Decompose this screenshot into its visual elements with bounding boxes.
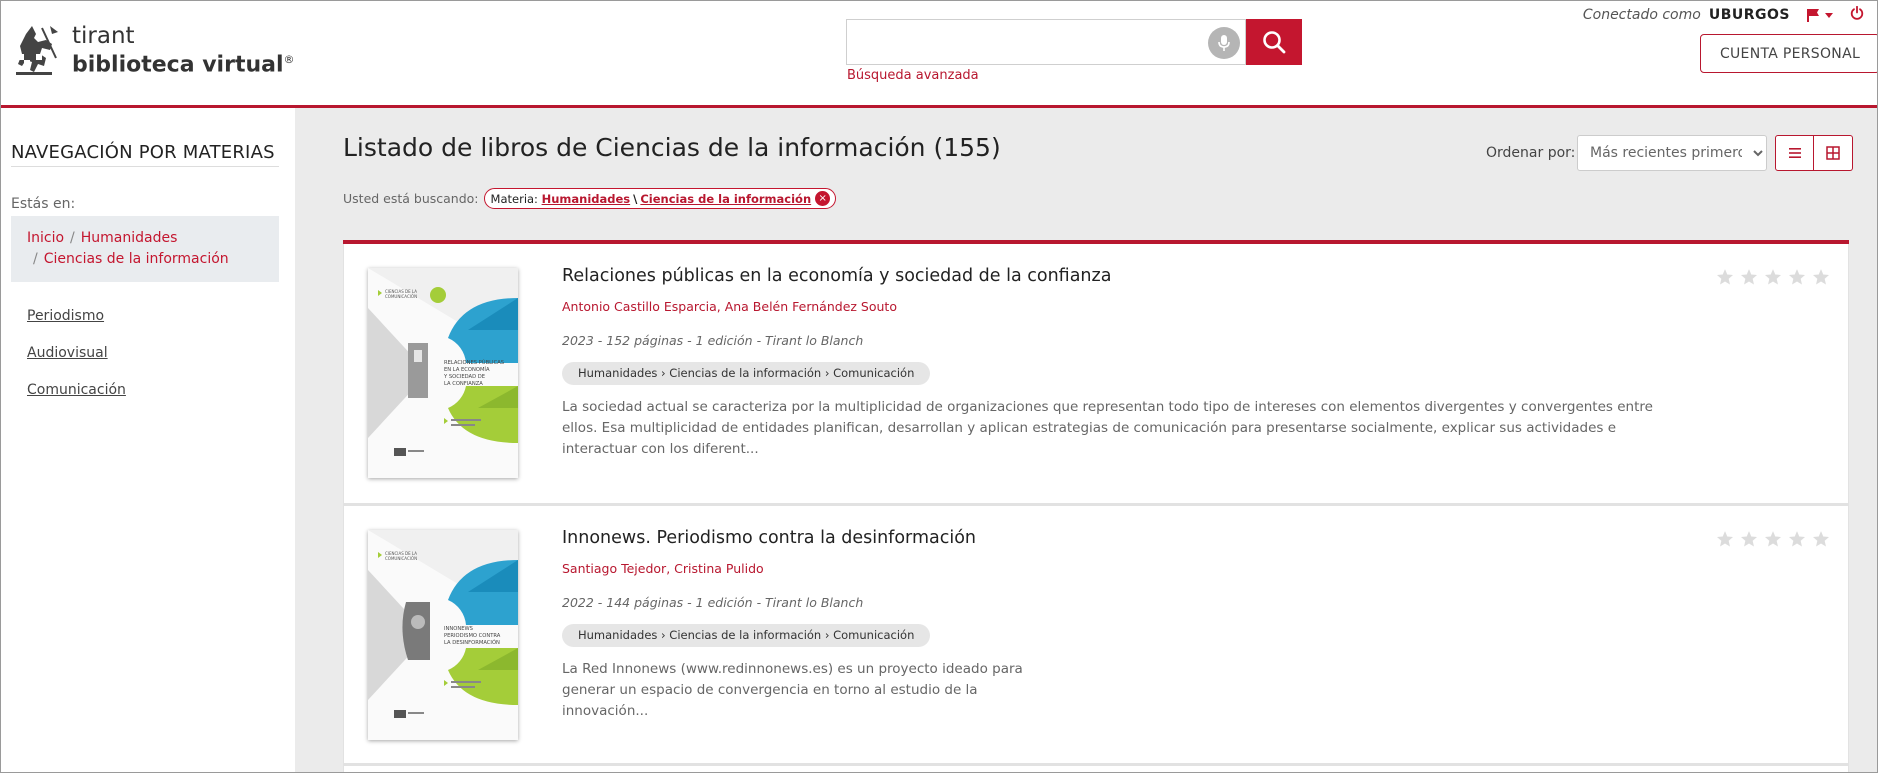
book-description: La Red Innonews (www.redinnonews.es) es … [562,661,1023,719]
results-list: CIENCIAS DE LA COMUNICACIÓN RELACIONES P… [343,240,1849,773]
site-logo[interactable]: tirant biblioteca virtual® [12,24,295,78]
svg-text:LA CONFIANZA: LA CONFIANZA [444,381,483,387]
personal-account-button[interactable]: CUENTA PERSONAL [1700,34,1878,73]
advanced-search-link[interactable]: Búsqueda avanzada [847,68,979,83]
logo-line2: biblioteca virtual® [72,52,295,78]
list-item: CIENCIAS DE LA COMUNICACIÓN INNONEWS PER… [343,504,1849,764]
book-tags[interactable]: Humanidades › Ciencias de la información… [562,624,931,647]
book-meta: 2022 - 144 páginas - 1 edición - Tirant … [562,595,864,610]
list-view-icon [1788,148,1801,158]
svg-text:RELACIONES PÚBLICAS: RELACIONES PÚBLICAS [444,359,504,366]
star-icon [1788,269,1806,285]
search-button[interactable] [1246,19,1302,65]
header: tirant biblioteca virtual® Búsqueda avan… [0,0,1878,108]
filter-link-ciencias[interactable]: Ciencias de la información [640,192,811,206]
page-title: Listado de libros de Ciencias de la info… [343,133,1001,162]
breadcrumb: Inicio / Humanidades / Ciencias de la infor… [11,216,279,282]
book-meta: 2023 - 152 páginas - 1 edición - Tirant … [562,333,864,348]
main-content: Listado de libros de Ciencias de la info… [295,108,1878,773]
sidebar-item-periodismo[interactable]: Periodismo [27,307,126,344]
book-title[interactable]: Relaciones públicas en la economía y soc… [562,266,1111,286]
sidebar-item-audiovisual[interactable]: Audiovisual [27,344,126,381]
svg-text:EN LA ECONOMÍA: EN LA ECONOMÍA [444,366,490,373]
search-area: Búsqueda avanzada [846,19,1302,83]
knight-logo-icon [16,26,58,75]
you-are-in-label: Estás en: [11,196,76,212]
list-item [343,764,1849,773]
filter-prefix: Materia: [490,191,538,206]
breadcrumb-ciencias-informacion[interactable]: Ciencias de la información [44,251,229,267]
svg-text:PERIODISMO CONTRA: PERIODISMO CONTRA [444,633,501,639]
book-cover[interactable]: CIENCIAS DE LA COMUNICACIÓN INNONEWS PER… [368,530,518,740]
book-title[interactable]: Innonews. Periodismo contra la desinform… [562,528,976,548]
search-input[interactable] [847,20,1197,64]
search-icon [1263,31,1286,54]
caret-down-icon [1825,13,1833,18]
view-toggle [1775,135,1853,171]
breadcrumb-humanidades[interactable]: Humanidades [81,230,178,246]
filter-link-humanidades[interactable]: Humanidades [542,192,631,206]
breadcrumb-home[interactable]: Inicio [27,230,64,246]
rating-stars[interactable] [1716,530,1830,548]
star-icon [1740,269,1758,285]
power-icon [1850,5,1864,20]
sidebar: NAVEGACIÓN POR MATERIAS Estás en: Inicio… [0,108,295,773]
list-view-button[interactable] [1775,135,1814,171]
microphone-icon [1218,35,1230,51]
sidebar-title: NAVEGACIÓN POR MATERIAS [11,142,279,167]
star-icon [1716,531,1734,547]
svg-text:LA DESINFORMACIÓN: LA DESINFORMACIÓN [444,639,500,646]
book-cover[interactable]: CIENCIAS DE LA COMUNICACIÓN RELACIONES P… [368,268,518,478]
breadcrumb-separator: / [70,230,75,246]
user-area: Conectado como UBURGOS [1582,5,1864,24]
book-authors[interactable]: Antonio Castillo Esparcia, Ana Belén Fer… [562,299,897,314]
book-cover-art-icon: CIENCIAS DE LA COMUNICACIÓN INNONEWS PER… [368,530,518,740]
star-icon [1812,269,1830,285]
list-item: CIENCIAS DE LA COMUNICACIÓN RELACIONES P… [343,244,1849,504]
logo-line1: tirant [72,23,135,50]
search-box [846,19,1246,65]
book-tags[interactable]: Humanidades › Ciencias de la información… [562,362,931,385]
remove-filter-button[interactable]: × [815,191,831,206]
star-icon [1716,269,1734,285]
active-filters: Usted está buscando: Materia: Humanidade… [343,188,837,209]
order-label: Ordenar por: [1486,145,1576,161]
star-icon [1812,531,1830,547]
book-cover-art-icon: CIENCIAS DE LA COMUNICACIÓN RELACIONES P… [368,268,518,478]
svg-text:INNONEWS: INNONEWS [444,626,473,632]
voice-search-button[interactable] [1208,27,1240,59]
searching-label: Usted está buscando: [343,191,479,206]
username: UBURGOS [1708,7,1790,23]
svg-text:COMUNICACIÓN: COMUNICACIÓN [385,556,417,561]
filter-pill: Materia: Humanidades \ Ciencias de la info… [483,188,837,209]
order-select[interactable]: Más recientes primero [1577,135,1767,171]
language-menu[interactable] [1806,8,1834,22]
logout-button[interactable] [1850,5,1864,24]
star-icon [1764,269,1782,285]
grid-view-icon [1826,146,1840,160]
svg-text:Y SOCIEDAD DE: Y SOCIEDAD DE [443,374,485,380]
star-icon [1788,531,1806,547]
sidebar-item-comunicacion[interactable]: Comunicación [27,381,126,418]
subject-links: Periodismo Audiovisual Comunicación [27,307,126,418]
svg-text:COMUNICACIÓN: COMUNICACIÓN [385,294,417,299]
star-icon [1764,531,1782,547]
filter-separator: \ [633,191,638,206]
book-authors[interactable]: Santiago Tejedor, Cristina Pulido [562,561,764,576]
rating-stars[interactable] [1716,268,1830,286]
flag-icon [1807,9,1819,22]
star-icon [1740,531,1758,547]
book-description: La sociedad actual se caracteriza por la… [562,399,1653,457]
breadcrumb-separator: / [33,251,38,267]
grid-view-button[interactable] [1814,135,1853,171]
connected-as-label: Conectado como [1582,7,1701,23]
